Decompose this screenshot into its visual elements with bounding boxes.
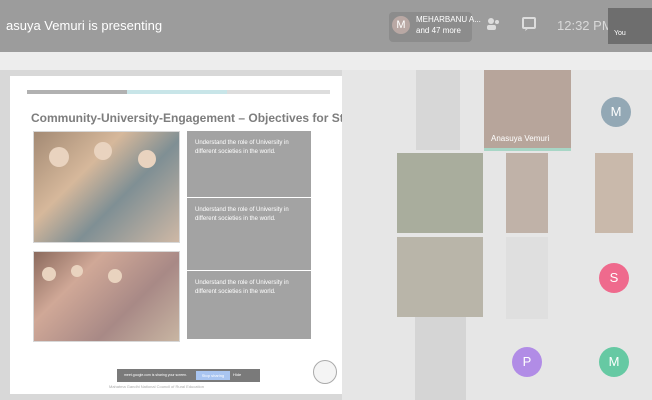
participant-tile (506, 237, 548, 319)
hide-button[interactable]: Hide (233, 372, 241, 377)
participant-tile (595, 153, 633, 233)
participant-avatar: M (392, 16, 410, 34)
students-photo (33, 131, 180, 243)
participant-tile (415, 317, 466, 400)
slide-progress-accent (127, 90, 227, 94)
objective-1: Understand the role of University in dif… (187, 131, 311, 197)
stop-sharing-button[interactable]: Stop sharing (196, 371, 230, 380)
participant-tile (506, 153, 548, 233)
participant-avatar-s: S (599, 263, 629, 293)
people-icon[interactable] (485, 16, 501, 35)
participant-summary: MEHARBANU A... and 47 more (416, 14, 481, 36)
presenting-banner: asuya Vemuri is presenting (6, 18, 163, 33)
slide-footer: Mahatma Gandhi National Council of Rural… (109, 384, 204, 389)
community-meeting-photo (33, 251, 180, 342)
participant-avatar-m: M (599, 347, 629, 377)
slide-progress-fill (27, 90, 127, 94)
participant-tile (397, 153, 483, 233)
speaker-indicator (484, 148, 571, 151)
slide-title: Community-University-Engagement – Object… (31, 111, 366, 125)
objective-2: Understand the role of University in dif… (187, 198, 311, 270)
participant-tile (416, 70, 460, 150)
self-label: You (614, 30, 626, 37)
institution-seal-icon (313, 360, 337, 384)
participant-avatar-p: P (512, 347, 542, 377)
screen-share-message: meet.google.com is sharing your screen. (124, 373, 188, 377)
self-view[interactable] (608, 8, 652, 44)
clock-time: 12:32 PM (557, 18, 613, 33)
objective-3: Understand the role of University in dif… (187, 271, 311, 339)
participant-name: MEHARBANU A... (416, 15, 481, 24)
participant-more: and 47 more (416, 26, 461, 35)
participant-tile (397, 237, 483, 317)
participant-avatar-m: M (601, 97, 631, 127)
chat-icon[interactable] (521, 16, 537, 35)
speaker-name: Anasuya Vemuri (491, 134, 550, 143)
